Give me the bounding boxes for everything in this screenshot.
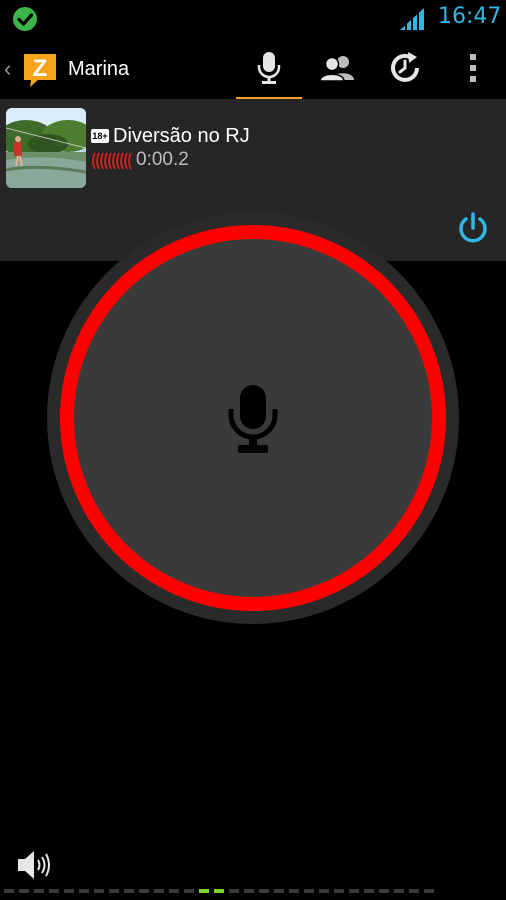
meter-segment	[124, 889, 134, 893]
meter-segment	[274, 889, 284, 893]
overflow-menu-icon	[470, 54, 476, 82]
status-bar: 16:47	[0, 0, 506, 36]
microphone-icon	[257, 52, 281, 84]
logo-letter: Z	[33, 55, 48, 82]
meter-segment	[289, 889, 299, 893]
tab-talk[interactable]	[236, 36, 302, 102]
overflow-menu-button[interactable]	[440, 36, 506, 100]
meter-segment	[109, 889, 119, 893]
meter-segment	[4, 889, 14, 893]
meter-segment	[79, 889, 89, 893]
audio-wave-icon	[92, 152, 132, 170]
meter-segment	[409, 889, 419, 893]
page-title: Marina	[68, 58, 130, 80]
check-circle-icon	[13, 7, 37, 31]
microphone-icon	[228, 385, 278, 453]
meter-segment	[394, 889, 404, 893]
channel-thumbnail[interactable]	[6, 108, 86, 188]
app-logo[interactable]: Z	[20, 50, 60, 88]
meter-segment	[364, 889, 374, 893]
meter-segment	[94, 889, 104, 893]
meter-segment	[19, 889, 29, 893]
meter-segment	[319, 889, 329, 893]
signal-icon	[400, 8, 424, 30]
power-icon[interactable]	[456, 211, 490, 245]
meter-segment	[244, 889, 254, 893]
speaker-icon[interactable]	[16, 848, 52, 882]
meter-segment	[304, 889, 314, 893]
meter-segment	[229, 889, 239, 893]
back-button[interactable]: ‹	[4, 56, 11, 82]
meter-segment	[184, 889, 194, 893]
meter-segment	[349, 889, 359, 893]
elapsed-time: 0:00.2	[136, 149, 189, 170]
meter-segment	[169, 889, 179, 893]
action-bar: ‹ Z Marina	[0, 36, 506, 102]
recents-icon	[391, 52, 419, 82]
meter-segment	[34, 889, 44, 893]
meter-segment	[424, 889, 434, 893]
clock: 16:47	[438, 4, 502, 29]
meter-segment	[49, 889, 59, 893]
age-badge: 18+	[91, 129, 109, 143]
meter-segment	[334, 889, 344, 893]
tab-history[interactable]	[372, 36, 438, 100]
contacts-icon	[319, 56, 354, 82]
meter-segment	[199, 889, 209, 893]
meter-segment	[64, 889, 74, 893]
meter-segment	[139, 889, 149, 893]
tab-contacts[interactable]	[304, 36, 370, 100]
meter-segment	[214, 889, 224, 893]
audio-level-meter	[4, 889, 504, 894]
meter-segment	[259, 889, 269, 893]
channel-name: Diversão no RJ	[113, 125, 250, 147]
meter-segment	[379, 889, 389, 893]
meter-segment	[154, 889, 164, 893]
